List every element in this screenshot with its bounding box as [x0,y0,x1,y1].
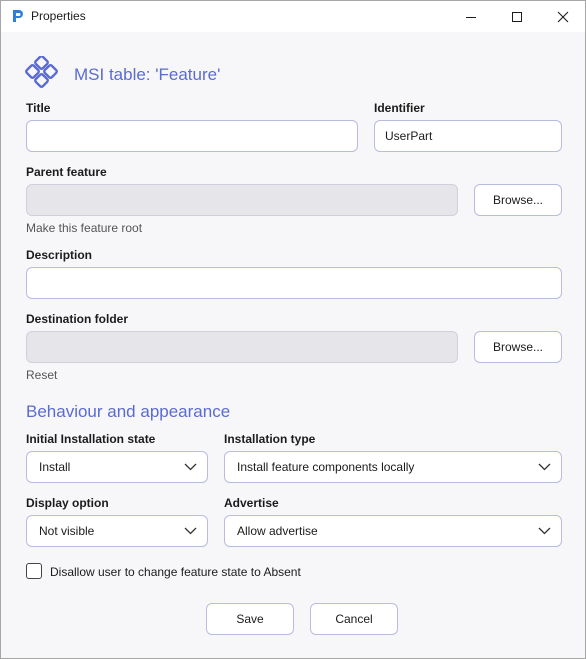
chevron-down-icon [184,527,197,535]
initial-state-label: Initial Installation state [26,432,156,446]
maximize-icon [512,11,522,22]
advertise-select[interactable]: Allow advertise [224,515,562,547]
chevron-down-icon [538,463,551,471]
page-title: MSI table: 'Feature' [74,65,221,84]
installation-type-value: Install feature components locally [237,460,415,474]
window-title: Properties [31,9,86,23]
description-label: Description [26,248,93,262]
close-button[interactable] [540,1,586,32]
parent-feature-label: Parent feature [26,165,107,179]
identifier-value: UserPart [385,129,433,143]
save-button[interactable]: Save [206,603,294,635]
parent-feature-browse-button[interactable]: Browse... [474,184,562,216]
cancel-button[interactable]: Cancel [310,603,398,635]
parent-feature-field [26,184,458,216]
properties-window: Properties MSI table: 'Feature' Title Id… [0,0,586,659]
disallow-absent-label: Disallow user to change feature state to… [50,565,301,579]
destination-folder-browse-button[interactable]: Browse... [474,331,562,363]
display-option-value: Not visible [39,524,95,538]
identifier-label: Identifier [374,101,425,115]
title-field[interactable] [26,120,358,152]
app-logo-icon [13,10,23,22]
disallow-absent-checkbox[interactable] [26,563,42,579]
make-feature-root-link[interactable]: Make this feature root [26,221,142,235]
destination-folder-label: Destination folder [26,312,129,326]
minimize-button[interactable] [448,1,494,32]
initial-state-select[interactable]: Install [26,451,208,483]
title-bar: Properties [1,1,585,32]
chevron-down-icon [184,463,197,471]
advertise-label: Advertise [224,496,279,510]
maximize-button[interactable] [494,1,540,32]
feature-table-icon [25,56,58,88]
display-option-label: Display option [26,496,109,510]
close-icon [557,11,569,22]
initial-state-value: Install [39,460,71,474]
installation-type-label: Installation type [224,432,316,446]
installation-type-select[interactable]: Install feature components locally [224,451,562,483]
display-option-select[interactable]: Not visible [26,515,208,547]
description-field[interactable] [26,267,562,299]
reset-link[interactable]: Reset [26,368,57,382]
minimize-icon [466,16,476,18]
title-label: Title [26,101,51,115]
behaviour-section-heading: Behaviour and appearance [26,402,231,421]
identifier-field[interactable]: UserPart [374,120,562,152]
advertise-value: Allow advertise [237,524,318,538]
destination-folder-field [26,331,458,363]
chevron-down-icon [538,527,551,535]
